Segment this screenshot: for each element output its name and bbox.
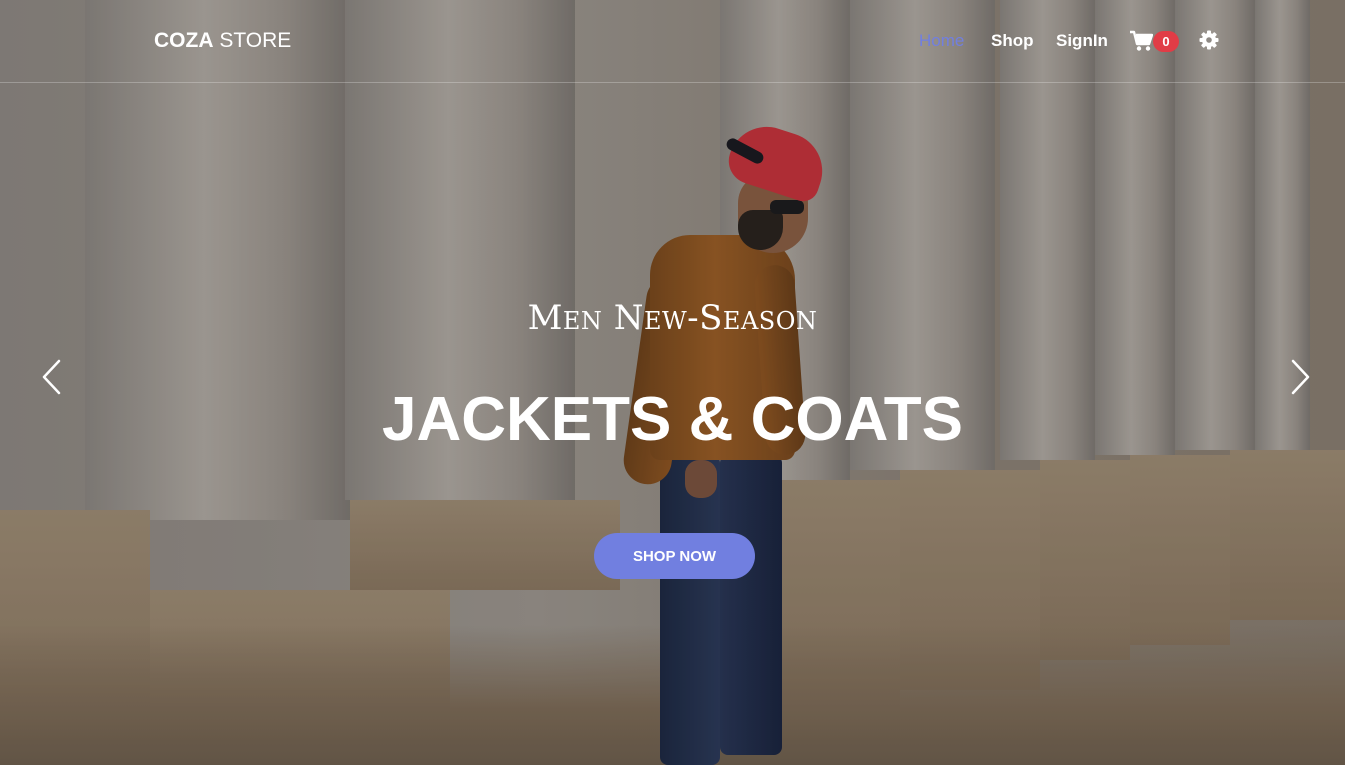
nav-shop-link[interactable]: Shop: [991, 31, 1034, 51]
nav-home-link[interactable]: Home: [919, 31, 964, 51]
gear-icon[interactable]: [1199, 30, 1219, 50]
logo-bold-text: COZA: [154, 29, 214, 52]
cart-icon[interactable]: [1129, 30, 1154, 52]
site-header: COZA STORE Home Shop SignIn 0: [0, 0, 1345, 83]
logo-light-text: STORE: [219, 29, 292, 52]
chevron-left-icon[interactable]: [38, 357, 68, 397]
chevron-right-icon[interactable]: [1284, 357, 1314, 397]
hero-slide: [0, 0, 1345, 765]
cart-count-badge: 0: [1153, 31, 1179, 52]
hero-title: JACKETS & COATS: [381, 385, 963, 454]
hero-subtitle: Men New-Season: [527, 298, 818, 338]
image-overlay: [0, 0, 1345, 765]
logo[interactable]: COZA STORE: [154, 29, 291, 53]
shop-now-button[interactable]: SHOP NOW: [594, 533, 755, 579]
nav-signin-link[interactable]: SignIn: [1056, 31, 1108, 51]
